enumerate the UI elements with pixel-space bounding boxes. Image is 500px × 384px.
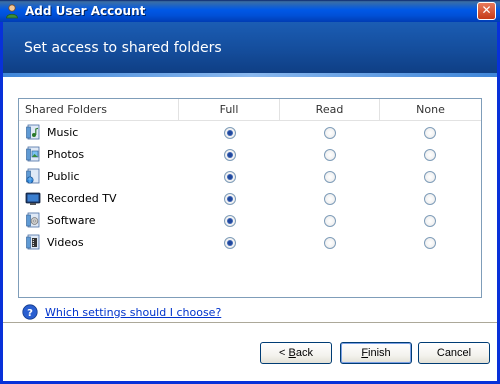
user-accounts-icon <box>6 4 18 19</box>
full-access-radio[interactable] <box>224 171 236 183</box>
full-access-radio[interactable] <box>224 127 236 139</box>
no-access-radio[interactable] <box>424 237 436 249</box>
help-link-container: ? Which settings should I choose? <box>22 304 221 320</box>
table-row[interactable]: Software <box>19 210 481 232</box>
back-button[interactable]: < Back <box>260 342 332 364</box>
column-header-shared-folders[interactable]: Shared Folders <box>19 99 179 121</box>
no-access-radio[interactable] <box>424 127 436 139</box>
cancel-button[interactable]: Cancel <box>418 342 490 364</box>
folder-name: Software <box>47 213 96 227</box>
finish-rest: inish <box>368 347 391 359</box>
no-access-radio[interactable] <box>424 215 436 227</box>
read-access-radio[interactable] <box>324 171 336 183</box>
full-access-radio[interactable] <box>224 193 236 205</box>
button-divider <box>3 322 497 324</box>
back-rest: ack <box>295 347 313 359</box>
read-access-radio[interactable] <box>324 237 336 249</box>
full-access-radio[interactable] <box>224 215 236 227</box>
folder-cell: Public <box>25 168 80 184</box>
column-header-none[interactable]: None <box>380 99 481 121</box>
folder-cell: Photos <box>25 146 84 162</box>
no-access-radio[interactable] <box>424 149 436 161</box>
software-folder-icon <box>26 212 40 228</box>
close-button[interactable]: ✕ <box>477 2 496 20</box>
folder-name: Recorded TV <box>47 191 117 205</box>
folder-cell: Videos <box>25 234 84 250</box>
window-title: Add User Account <box>25 4 146 18</box>
back-mnemonic: B <box>288 347 296 359</box>
read-access-radio[interactable] <box>324 127 336 139</box>
svg-text:?: ? <box>27 308 33 319</box>
table-row[interactable]: Recorded TV <box>19 188 481 210</box>
recorded-tv-folder-icon <box>25 192 41 205</box>
title-bar[interactable]: Add User Account ✕ <box>0 0 500 22</box>
full-access-radio[interactable] <box>224 149 236 161</box>
column-header-full[interactable]: Full <box>179 99 280 121</box>
no-access-radio[interactable] <box>424 171 436 183</box>
help-question-icon[interactable]: ? <box>22 304 38 320</box>
no-access-radio[interactable] <box>424 193 436 205</box>
shared-folders-list: Shared Folders Full Read None Music Phot… <box>18 98 482 298</box>
page-title: Set access to shared folders <box>24 40 222 56</box>
folder-name: Public <box>47 169 80 183</box>
read-access-radio[interactable] <box>324 215 336 227</box>
videos-folder-icon <box>26 234 40 250</box>
table-row[interactable]: Music <box>19 122 481 144</box>
folder-cell: Software <box>25 212 96 228</box>
table-row[interactable]: Videos <box>19 232 481 254</box>
back-prefix: < <box>279 347 289 359</box>
table-row[interactable]: Public <box>19 166 481 188</box>
public-folder-icon <box>26 168 40 184</box>
folder-name: Videos <box>47 235 84 249</box>
help-link[interactable]: Which settings should I choose? <box>45 306 221 319</box>
header-banner: Set access to shared folders <box>3 22 497 77</box>
table-row[interactable]: Photos <box>19 144 481 166</box>
list-header: Shared Folders Full Read None <box>19 99 481 121</box>
music-folder-icon <box>26 124 40 140</box>
folder-cell: Recorded TV <box>25 190 117 206</box>
photos-folder-icon <box>26 146 40 162</box>
folder-name: Photos <box>47 147 85 161</box>
folder-cell: Music <box>25 124 78 140</box>
read-access-radio[interactable] <box>324 193 336 205</box>
finish-button[interactable]: Finish <box>340 342 412 364</box>
content-area: Shared Folders Full Read None Music Phot… <box>3 77 497 381</box>
read-access-radio[interactable] <box>324 149 336 161</box>
column-header-read[interactable]: Read <box>280 99 380 121</box>
full-access-radio[interactable] <box>224 237 236 249</box>
folder-name: Music <box>47 125 79 139</box>
